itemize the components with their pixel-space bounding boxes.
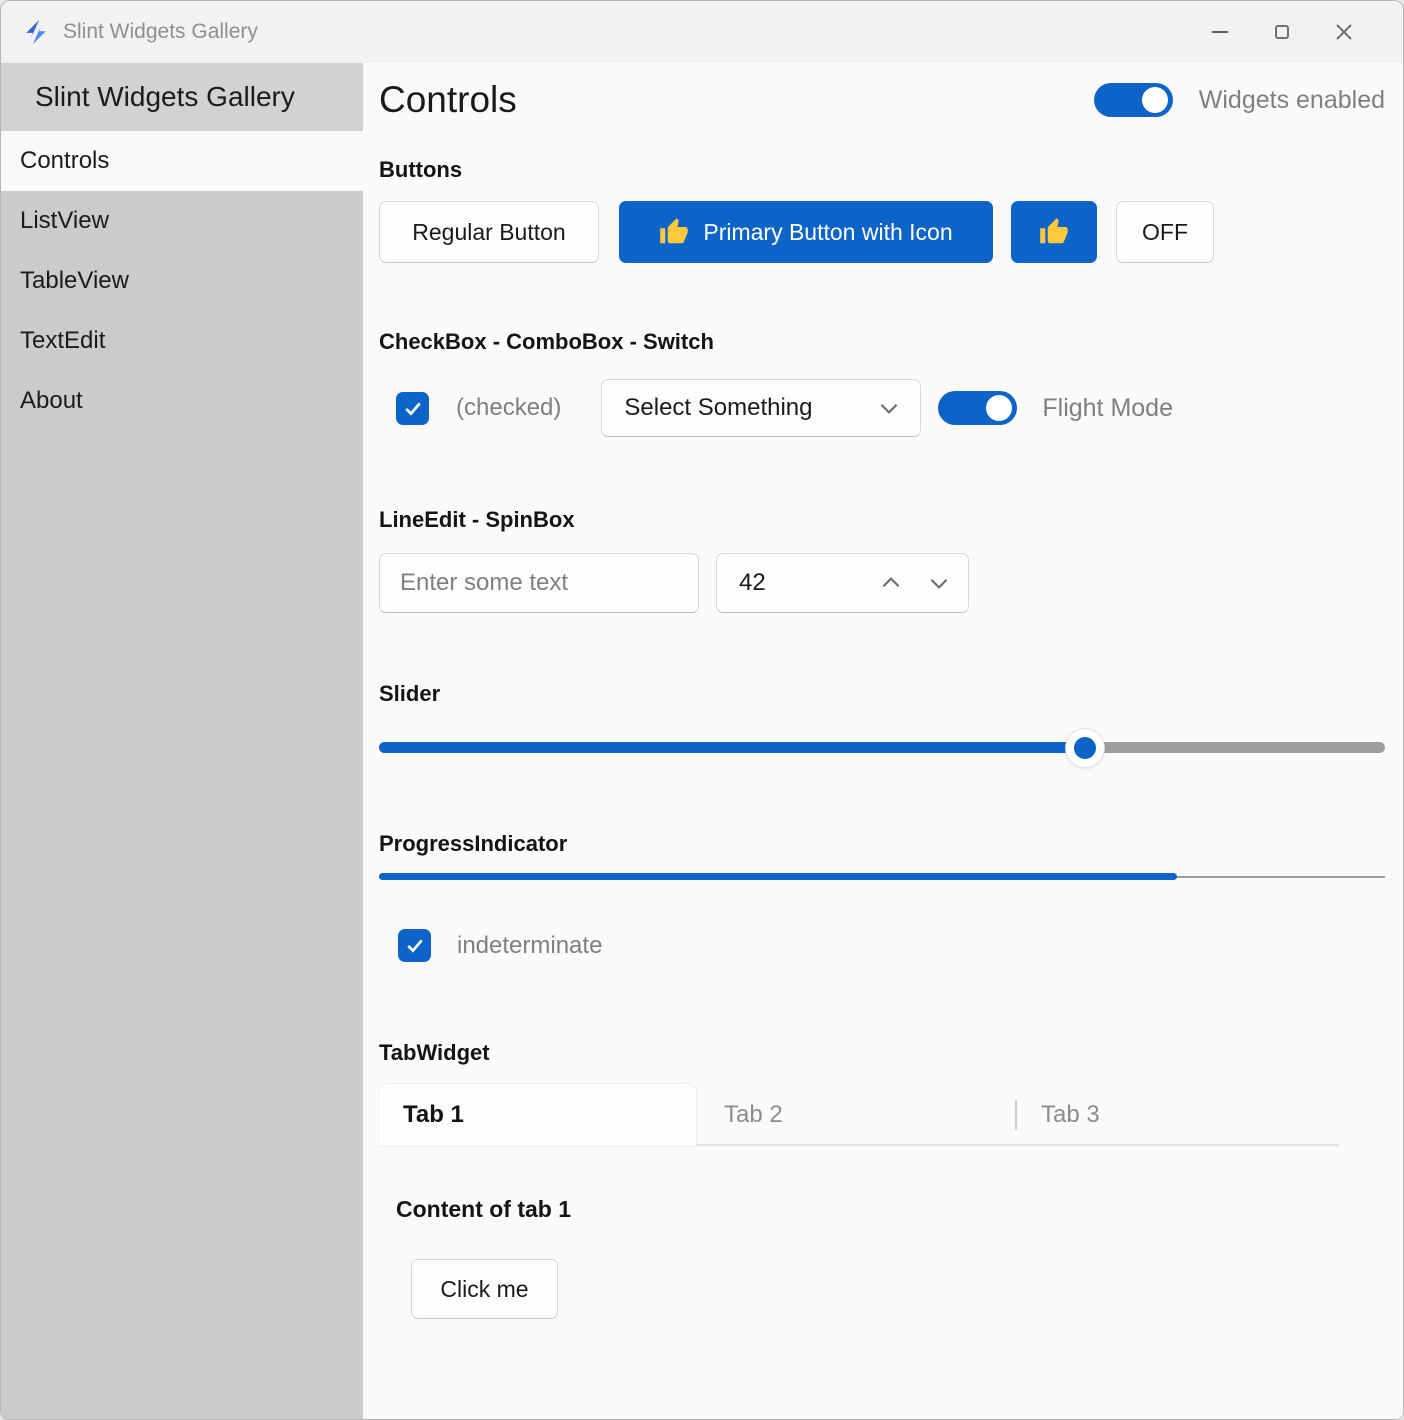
click-me-button[interactable]: Click me: [411, 1259, 558, 1319]
tab-content-heading: Content of tab 1: [396, 1196, 1385, 1223]
spinbox-value: 42: [739, 569, 878, 597]
maximize-icon: [1275, 25, 1289, 39]
window-controls: [1189, 10, 1375, 54]
regular-button[interactable]: Regular Button: [379, 201, 599, 263]
buttons-heading: Buttons: [379, 157, 1385, 183]
tab-1[interactable]: Tab 1: [379, 1084, 696, 1146]
chevron-down-icon: [876, 395, 902, 421]
indeterminate-label: indeterminate: [457, 932, 602, 960]
sidebar-header: Slint Widgets Gallery: [1, 63, 363, 131]
check-icon: [404, 401, 422, 416]
thumb-only-button[interactable]: [1011, 201, 1097, 263]
indeterminate-checkbox[interactable]: [398, 929, 431, 962]
combobox[interactable]: Select Something: [601, 379, 921, 437]
title-bar: Slint Widgets Gallery: [1, 1, 1403, 63]
line-edit-placeholder: Enter some text: [400, 569, 568, 597]
slider-fill: [379, 742, 1085, 753]
close-button[interactable]: [1313, 10, 1375, 54]
progress-indicator: [379, 873, 1385, 881]
minimize-icon: [1212, 31, 1228, 33]
sidebar-item-about[interactable]: About: [1, 371, 363, 431]
tab-2[interactable]: Tab 2: [696, 1084, 1015, 1146]
slider-knob-dot: [1074, 737, 1096, 759]
page-title: Controls: [379, 79, 517, 121]
slider-knob[interactable]: [1066, 729, 1104, 767]
combobox-value: Select Something: [624, 394, 876, 422]
progress-heading: ProgressIndicator: [379, 831, 1385, 857]
checked-checkbox[interactable]: [396, 392, 429, 425]
flight-mode-label: Flight Mode: [1042, 394, 1173, 423]
flight-mode-toggle[interactable]: [938, 391, 1017, 425]
widgets-enabled-toggle[interactable]: [1094, 83, 1173, 117]
tabwidget-heading: TabWidget: [379, 1040, 1385, 1066]
thumbs-up-icon: [1039, 217, 1069, 247]
lineedit-spinbox-heading: LineEdit - SpinBox: [379, 507, 1385, 533]
spinbox[interactable]: 42: [716, 553, 969, 613]
off-button[interactable]: OFF: [1116, 201, 1214, 263]
progress-fill: [379, 873, 1177, 880]
widgets-enabled-label: Widgets enabled: [1199, 86, 1385, 115]
sidebar-item-textedit[interactable]: TextEdit: [1, 311, 363, 371]
app-window: Slint Widgets Gallery Slint Widgets Gall…: [0, 0, 1404, 1420]
sidebar-item-tableview[interactable]: TableView: [1, 251, 363, 311]
toggle-knob: [986, 395, 1012, 421]
checked-label: (checked): [456, 394, 561, 422]
sidebar-item-controls[interactable]: Controls: [1, 131, 363, 191]
checkbox-combobox-switch-heading: CheckBox - ComboBox - Switch: [379, 329, 1385, 355]
slider-heading: Slider: [379, 681, 1385, 707]
close-icon: [1335, 23, 1353, 41]
window-title: Slint Widgets Gallery: [63, 20, 258, 44]
sidebar-item-listview[interactable]: ListView: [1, 191, 363, 251]
slider[interactable]: [379, 727, 1385, 767]
maximize-button[interactable]: [1251, 10, 1313, 54]
tab-3[interactable]: Tab 3: [1017, 1084, 1337, 1146]
slint-logo-icon: [23, 19, 49, 45]
line-edit[interactable]: Enter some text: [379, 553, 699, 613]
sidebar: Slint Widgets Gallery Controls ListView …: [1, 63, 363, 1419]
check-icon: [406, 938, 424, 953]
toggle-knob: [1142, 87, 1168, 113]
tabbar-underline: [696, 1144, 1339, 1146]
minimize-button[interactable]: [1189, 10, 1251, 54]
tab-bar: Tab 1 Tab 2 Tab 3: [379, 1084, 1339, 1146]
main-content: Controls Widgets enabled Buttons Regular…: [363, 63, 1403, 1419]
thumbs-up-icon: [659, 217, 689, 247]
primary-button-with-icon[interactable]: Primary Button with Icon: [619, 201, 993, 263]
primary-button-label: Primary Button with Icon: [703, 219, 952, 246]
chevron-down-icon[interactable]: [926, 570, 952, 596]
chevron-up-icon[interactable]: [878, 570, 904, 596]
